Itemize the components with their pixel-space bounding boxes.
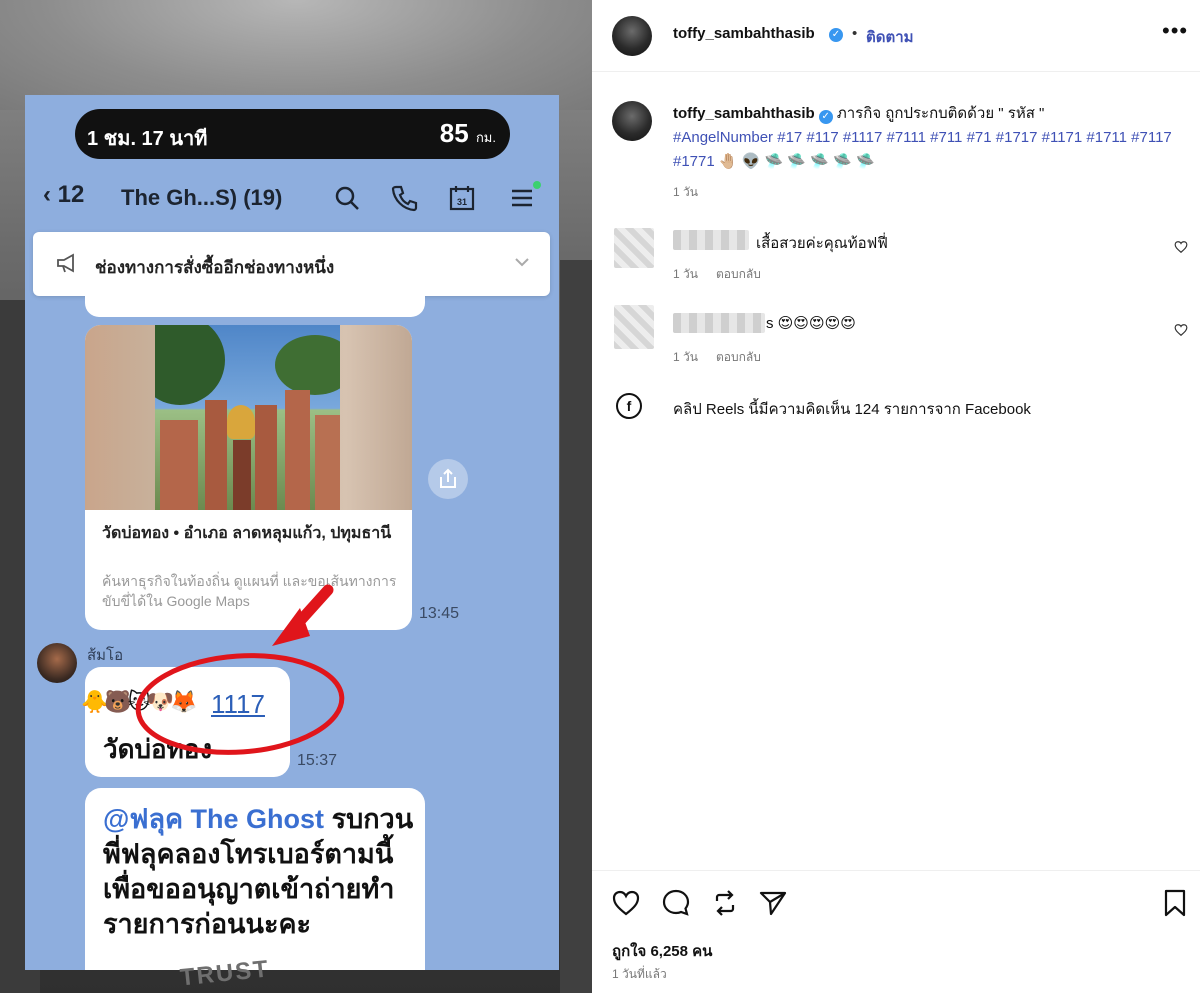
reply-button[interactable]: ตอบกลับ (716, 348, 761, 367)
separator-dot: • (852, 25, 858, 42)
like-heart-icon[interactable] (611, 888, 641, 918)
phone-screen: 1 ชม. 17 นาที 85 กม. ‹ 12 The Gh...S) (1… (25, 95, 559, 970)
trip-distance: 85 กม. (439, 118, 496, 148)
announcement-banner[interactable]: ช่องทางการสั่งซื้ออีกช่องทางหนึ่ง (33, 232, 550, 296)
chevron-down-icon[interactable] (514, 256, 530, 268)
share-icon (440, 468, 456, 488)
send-icon[interactable] (758, 888, 788, 918)
likes-count[interactable]: ถูกใจ 6,258 คน (612, 939, 712, 963)
message-bubble[interactable]: @ฟลุค The Ghost รบกวนพี่ฟลุคลองโทรเบอร์ต… (85, 788, 425, 970)
megaphone-icon (57, 253, 74, 273)
chat-header: ‹ 12 The Gh...S) (19) 31 (25, 175, 559, 221)
username[interactable]: toffy_sambahthasib (673, 105, 815, 122)
post-caption: toffy_sambahthasib ✓ ภารกิจ ถูกประกบติดด้… (673, 102, 1173, 174)
blurred-username (673, 313, 765, 333)
comment-age: 1 วัน (673, 267, 698, 281)
instagram-post-panel: toffy_sambahthasib ✓ • ติดตาม ••• toffy_… (592, 0, 1200, 993)
follow-button[interactable]: ติดตาม (866, 25, 914, 49)
remix-icon[interactable] (710, 888, 740, 918)
message-emojis: 🐥🐻🐱🐶🦊 (81, 689, 197, 714)
announcement-text: ช่องทางการสั่งซื้ออีกช่องทางหนึ่ง (95, 258, 335, 277)
back-button[interactable]: ‹ 12 (43, 181, 84, 209)
reply-button[interactable]: ตอบกลับ (716, 265, 761, 284)
online-indicator (533, 181, 541, 189)
phone-icon[interactable] (389, 183, 419, 213)
comment-text: s 😍😍😍😍😍 (766, 315, 856, 332)
place-description: ค้นหาธุรกิจในท้องถิ่น ดูแผนที่ และขอเส้น… (102, 573, 397, 609)
comment-age: 1 วัน (673, 350, 698, 364)
avatar[interactable] (612, 16, 652, 56)
username[interactable]: toffy_sambahthasib (673, 25, 815, 42)
navigation-status-pill: 1 ชม. 17 นาที 85 กม. (75, 109, 510, 159)
reel-video[interactable]: 1 ชม. 17 นาที 85 กม. ‹ 12 The Gh...S) (1… (0, 0, 592, 993)
message-number-link[interactable]: 1117 (211, 689, 265, 720)
trip-duration: 1 ชม. 17 นาที (87, 128, 208, 150)
comment-icon[interactable] (661, 888, 691, 918)
svg-text:31: 31 (457, 197, 467, 207)
avatar[interactable] (614, 305, 654, 349)
post-time: 1 วันที่แล้ว (612, 967, 667, 981)
car-seat (560, 260, 592, 993)
heart-icon[interactable] (1174, 240, 1188, 254)
avatar[interactable] (37, 643, 77, 683)
temple-photo (85, 325, 412, 510)
post-actions: ถูกใจ 6,258 คน 1 วันที่แล้ว (592, 870, 1200, 993)
previous-message-bubble (85, 295, 425, 317)
post-age: 1 วัน (673, 185, 698, 199)
facebook-comments-note[interactable]: คลิป Reels นี้มีความคิดเห็น 124 รายการจา… (673, 397, 1031, 421)
search-icon[interactable] (332, 183, 362, 213)
avatar[interactable] (612, 101, 652, 141)
mention-link[interactable]: @ฟลุค The Ghost (103, 804, 324, 834)
message-text: @ฟลุค The Ghost รบกวนพี่ฟลุคลองโทรเบอร์ต… (103, 804, 414, 939)
verified-icon: ✓ (829, 28, 843, 42)
message-time: 15:37 (297, 752, 338, 769)
post-header: toffy_sambahthasib ✓ • ติดตาม ••• (592, 0, 1200, 72)
share-button[interactable] (428, 459, 468, 499)
place-name: วัดบ่อทอง • อำเภอ ลาดหลุมแก้ว, ปทุมธานี (102, 525, 392, 542)
car-roof (0, 0, 592, 110)
menu-icon[interactable] (507, 183, 537, 213)
heart-icon[interactable] (1174, 323, 1188, 337)
caption-text: ภารกิจ ถูกประกบติดด้วย " รหัส " (832, 105, 1045, 122)
caption-emojis: 🤚🏼 👽 🛸 🛸 🛸 🛸 🛸 (718, 153, 875, 170)
save-bookmark-icon[interactable] (1160, 888, 1190, 918)
chat-title: The Gh...S) (19) (121, 185, 283, 210)
message-time: 13:45 (419, 605, 460, 622)
avatar[interactable] (614, 228, 654, 268)
message-text: วัดบ่อทอง (103, 734, 213, 764)
calendar-icon[interactable]: 31 (447, 183, 477, 213)
blurred-username (673, 230, 749, 250)
verified-icon: ✓ (818, 110, 833, 124)
more-options-icon[interactable]: ••• (1162, 18, 1188, 44)
message-bubble[interactable]: 🐥🐻🐱🐶🦊 1117 วัดบ่อทอง (81, 667, 290, 777)
sender-name: ส้มโอ (87, 647, 124, 664)
facebook-icon: f (616, 393, 642, 419)
map-location-card[interactable]: วัดบ่อทอง • อำเภอ ลาดหลุมแก้ว, ปทุมธานี … (85, 325, 412, 630)
comment-text: เสื้อสวยค่ะคุณท้อฟฟี่ (756, 235, 888, 252)
